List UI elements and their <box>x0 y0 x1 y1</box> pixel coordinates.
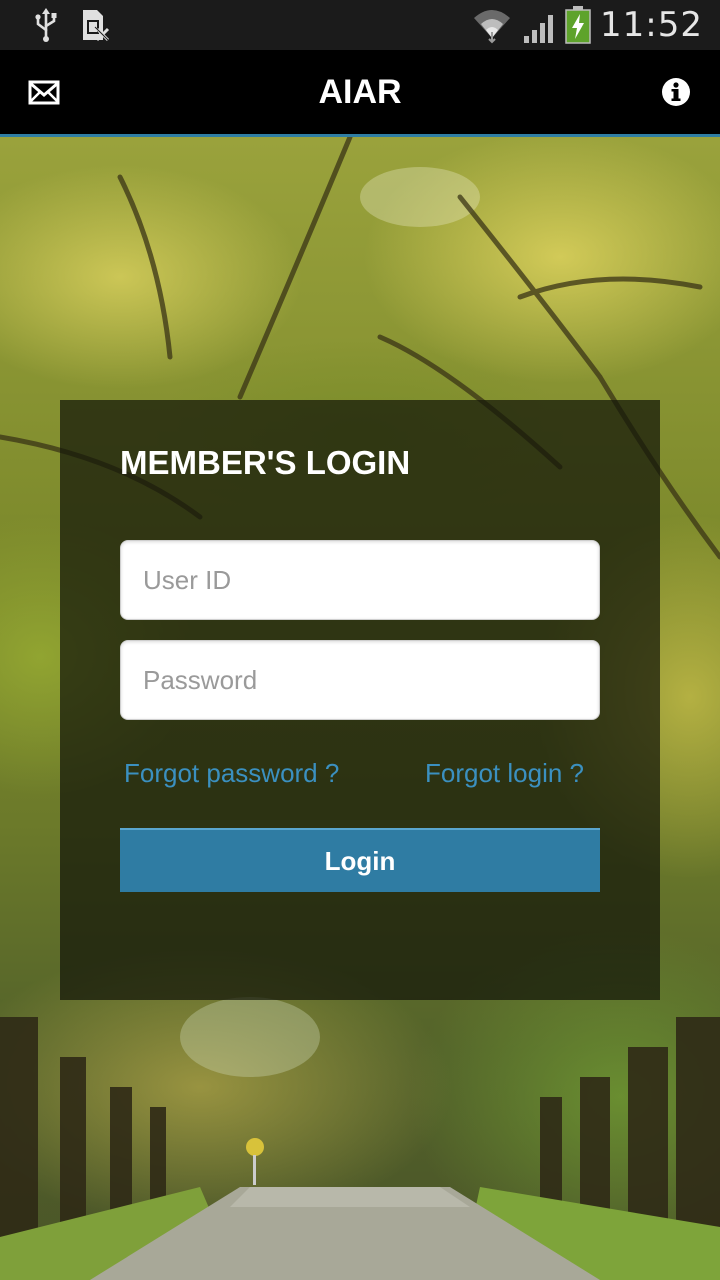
login-panel: MEMBER'S LOGIN Forgot password ? Forgot … <box>60 400 660 1000</box>
action-bar: AIAR <box>0 50 720 137</box>
sim-card-icon <box>83 10 110 42</box>
usb-icon <box>35 8 57 42</box>
forgot-login-link[interactable]: Forgot login ? <box>425 758 584 789</box>
app-title: AIAR <box>318 73 402 111</box>
user-id-input[interactable] <box>120 540 600 620</box>
status-bar: 11:52 <box>0 0 720 50</box>
wifi-icon <box>474 10 510 44</box>
forgot-password-link[interactable]: Forgot password ? <box>124 758 339 789</box>
info-icon[interactable] <box>660 76 692 108</box>
status-clock: 11:52 <box>600 5 703 45</box>
battery-charging-icon <box>565 6 591 44</box>
signal-icon <box>524 15 553 43</box>
login-heading: MEMBER'S LOGIN <box>120 444 411 481</box>
login-button[interactable]: Login <box>120 828 600 892</box>
password-input[interactable] <box>120 640 600 720</box>
